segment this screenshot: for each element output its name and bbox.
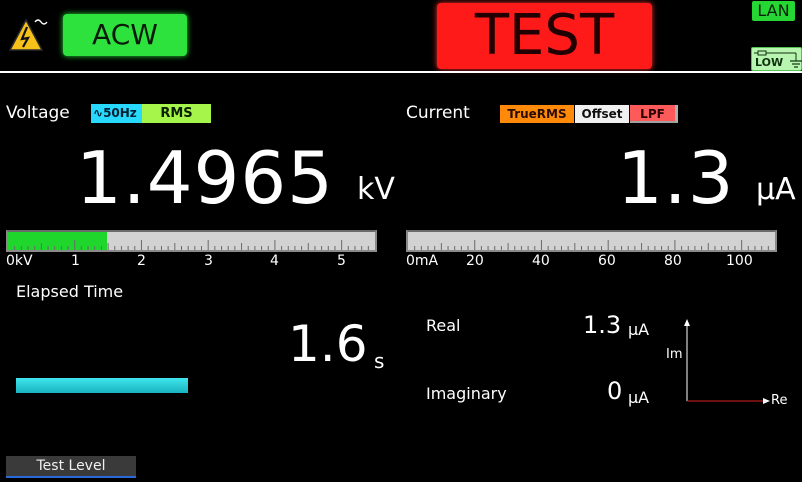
real-label: Real: [426, 316, 461, 335]
rms-badge: RMS: [142, 104, 211, 123]
current-tick-label: 80: [664, 253, 682, 269]
voltage-meter-ticks: [14, 240, 369, 250]
elapsed-time-unit: s: [374, 349, 385, 373]
current-meter-bar: [406, 230, 777, 252]
offset-badge: Offset: [575, 105, 629, 123]
mode-badge: ACW: [63, 14, 187, 56]
low-label: LOW: [755, 56, 784, 69]
frequency-text: 50Hz: [103, 106, 137, 120]
low-ground-badge: LOW: [751, 47, 802, 71]
sine-wave-icon: ∿: [93, 106, 104, 120]
real-unit: µA: [628, 320, 650, 339]
voltage-tick-label: 3: [204, 253, 213, 269]
current-reading: 1.3: [617, 136, 735, 220]
current-tick-label: 100: [726, 253, 753, 269]
voltage-label: Voltage: [6, 103, 70, 123]
imaginary-unit: µA: [628, 388, 650, 407]
current-tick-label: 20: [466, 253, 484, 269]
current-tick-label: 40: [532, 253, 550, 269]
voltage-tick-label: 0kV: [6, 253, 33, 269]
current-meter-ticks: [414, 240, 769, 250]
current-label: Current: [406, 103, 470, 123]
test-status-badge: TEST: [437, 3, 652, 69]
voltage-unit: kV: [357, 172, 395, 207]
voltage-tick-label: 1: [71, 253, 80, 269]
voltage-tick-label: 2: [137, 253, 146, 269]
voltage-reading: 1.4965: [76, 136, 334, 220]
lan-status-badge: LAN: [752, 1, 795, 21]
lpf-badge: LPF: [630, 105, 678, 123]
frequency-badge: ∿50Hz: [91, 104, 142, 123]
test-level-softkey[interactable]: Test Level: [6, 456, 136, 478]
elapsed-time-progress-bar: [16, 378, 189, 393]
imaginary-value: 0: [607, 377, 623, 405]
voltage-tick-label: 5: [337, 253, 346, 269]
header-divider: [0, 71, 802, 73]
current-tick-label: 60: [598, 253, 616, 269]
high-voltage-warning-icon: [8, 16, 48, 54]
imaginary-label: Imaginary: [426, 384, 507, 403]
re-axis-label: Re: [771, 393, 788, 408]
voltage-tick-label: 4: [270, 253, 279, 269]
elapsed-time-value: 1.6: [288, 315, 368, 373]
current-unit: µA: [756, 172, 796, 207]
voltage-meter-bar: [6, 230, 377, 252]
im-axis-label: Im: [666, 347, 683, 362]
real-value: 1.3: [583, 311, 622, 339]
elapsed-time-label: Elapsed Time: [16, 282, 124, 301]
truerms-badge: TrueRMS: [500, 105, 574, 123]
current-tick-label: 0mA: [406, 253, 439, 269]
